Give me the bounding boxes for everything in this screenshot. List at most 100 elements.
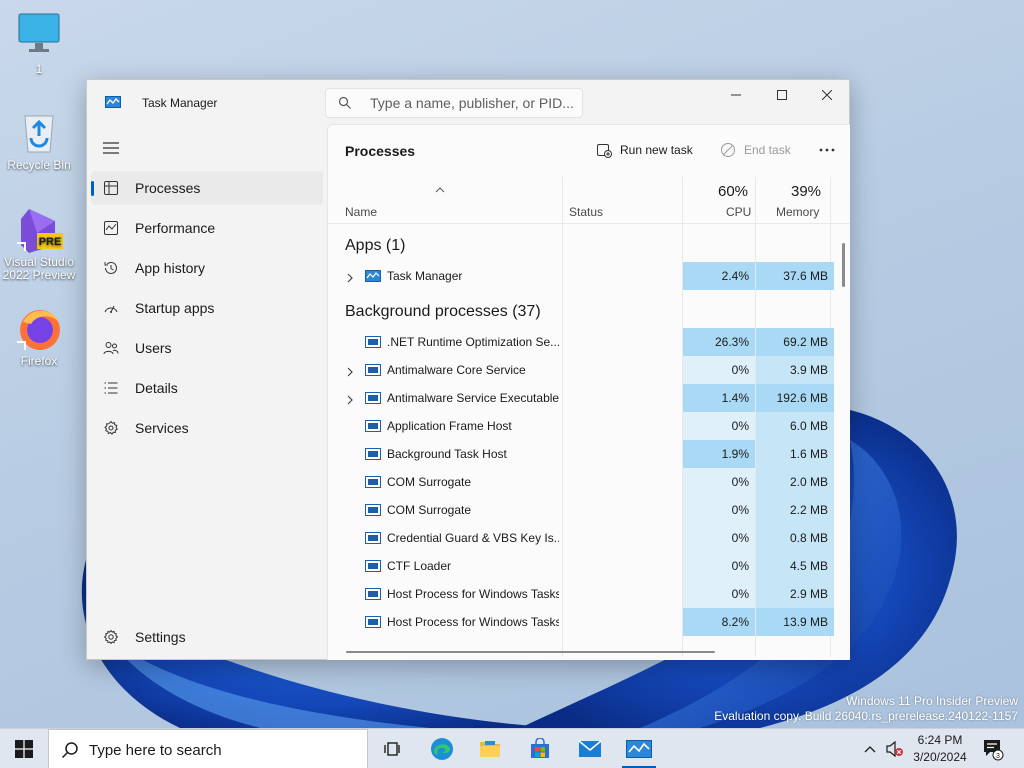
notification-center-button[interactable]: 3 [978,729,1008,768]
maximize-icon [777,90,787,100]
details-icon [103,380,119,396]
start-button[interactable] [0,729,48,768]
active-indicator [91,181,94,196]
sidebar-item-users[interactable]: Users [91,331,323,365]
column-header-memory[interactable]: Memory [776,205,819,219]
process-name: .NET Runtime Optimization Se... [387,335,559,349]
process-name: CTF Loader [387,559,452,573]
table-row[interactable]: Host Process for Windows Tasks 0% 2.9 MB [328,580,834,608]
memory-usage-cell: 4.5 MB [756,552,834,580]
hamburger-menu-icon[interactable] [103,142,119,154]
sidebar-item-label: Processes [135,180,201,196]
table-row[interactable]: Application Frame Host 0% 6.0 MB [328,412,834,440]
sidebar-item-app-history[interactable]: App history [91,251,323,285]
table-row[interactable]: Antimalware Service Executable 1.4% 192.6 … [328,384,834,412]
memory-usage-cell: 3.9 MB [756,356,834,384]
end-task-label: End task [744,143,791,157]
expand-chevron-icon[interactable] [346,393,354,405]
sidebar-item-performance[interactable]: Performance [91,211,323,245]
users-icon [103,340,119,356]
horizontal-scrollbar[interactable] [346,651,715,653]
firefox-icon [15,304,63,352]
desktop-icon-visual-studio[interactable]: PRE Visual Studio 2022 Preview [1,205,77,282]
run-new-task-button[interactable]: Run new task [596,139,693,161]
windows-logo-icon [15,740,33,758]
close-button[interactable] [804,80,850,110]
folder-icon [480,741,500,757]
task-view-button[interactable] [370,729,414,768]
cpu-usage-cell: 1.9% [683,440,755,468]
task-manager-icon [105,96,121,108]
task-manager-icon [626,740,652,758]
sort-ascending-icon[interactable] [435,181,445,193]
expand-chevron-icon[interactable] [346,271,354,283]
table-row[interactable]: Background Task Host 1.9% 1.6 MB [328,440,834,468]
watermark-edition: Windows 11 Pro Insider Preview [846,694,1018,708]
show-hidden-icons-button[interactable] [860,729,880,768]
clock-date: 3/20/2024 [913,750,967,764]
table-row[interactable]: Antimalware Core Service 0% 3.9 MB [328,356,834,384]
table-row[interactable]: Task Manager 2.4% 37.6 MB [328,262,834,290]
services-icon [103,420,119,436]
taskbar-mail[interactable] [568,729,612,768]
taskbar-search-box[interactable]: Type here to search [48,729,368,768]
taskbar-edge[interactable] [420,729,464,768]
search-input[interactable] [370,94,575,112]
process-icon [365,392,381,404]
desktop-icon-recycle-bin[interactable]: Recycle Bin [1,108,77,172]
process-icon [365,448,381,460]
desktop-icon-label: Visual Studio 2022 Preview [2,255,76,282]
more-options-button[interactable] [816,139,838,161]
taskbar-store[interactable] [518,729,562,768]
taskbar-file-explorer[interactable] [468,729,512,768]
sidebar-item-startup-apps[interactable]: Startup apps [91,291,323,325]
minimize-button[interactable] [713,80,759,110]
process-icon [365,336,381,348]
process-name: Antimalware Core Service [387,363,526,377]
search-box[interactable] [325,88,583,118]
table-row[interactable]: COM Surrogate 0% 2.0 MB [328,468,834,496]
table-row[interactable]: CTF Loader 0% 4.5 MB [328,552,834,580]
desktop-icon-firefox[interactable]: Firefox [1,304,77,368]
processes-icon [103,180,119,196]
volume-button[interactable] [884,729,906,768]
memory-usage-cell: 13.9 MB [756,608,834,636]
title-bar[interactable]: Task Manager [87,80,849,124]
end-task-button[interactable]: End task [720,139,791,161]
table-row[interactable]: .NET Runtime Optimization Se... 26.3% 69.2… [328,328,834,356]
sidebar-item-processes[interactable]: Processes [91,171,323,205]
memory-usage-cell: 6.0 MB [756,412,834,440]
processes-panel: Processes Run new task End task Name Sta… [327,124,850,660]
column-header-cpu[interactable]: CPU [726,205,751,219]
startup-icon [103,300,119,316]
table-row[interactable]: COM Surrogate 0% 2.2 MB [328,496,834,524]
expand-chevron-icon[interactable] [346,365,354,377]
taskbar-task-manager[interactable] [617,729,661,768]
cpu-usage-cell: 2.4% [683,262,755,290]
minimize-icon [731,94,741,96]
desktop-icon-1[interactable]: 1 [1,12,77,76]
memory-usage-cell: 2.0 MB [756,468,834,496]
clock-time: 6:24 PM [917,733,963,747]
os-watermark: Windows 11 Pro Insider Preview Evaluatio… [714,694,1018,724]
memory-usage-cell: 2.2 MB [756,496,834,524]
sidebar-item-details[interactable]: Details [91,371,323,405]
process-name: Host Process for Windows Tasks [387,587,559,601]
search-icon [61,742,78,759]
cpu-total-percent: 60% [718,183,749,200]
memory-usage-cell: 2.9 MB [756,580,834,608]
sidebar-item-services[interactable]: Services [91,411,323,445]
table-row[interactable]: Host Process for Windows Tasks 8.2% 13.9 M… [328,608,834,636]
task-view-icon [384,742,400,756]
sidebar-item-settings[interactable]: Settings [91,620,323,654]
cpu-usage-cell: 26.3% [683,328,755,356]
column-header-status[interactable]: Status [569,205,603,219]
table-row[interactable]: Credential Guard & VBS Key Is... 0% 0.8 MB [328,524,834,552]
vertical-scrollbar[interactable] [842,243,845,287]
maximize-button[interactable] [759,80,805,110]
process-icon [365,560,381,572]
process-name: Application Frame Host [387,419,512,433]
system-clock[interactable]: 6:24 PM 3/20/2024 [908,732,972,766]
taskbar: Type here to search 6:24 PM 3/20/2024 3 [0,728,1024,768]
column-header-name[interactable]: Name [345,205,377,219]
